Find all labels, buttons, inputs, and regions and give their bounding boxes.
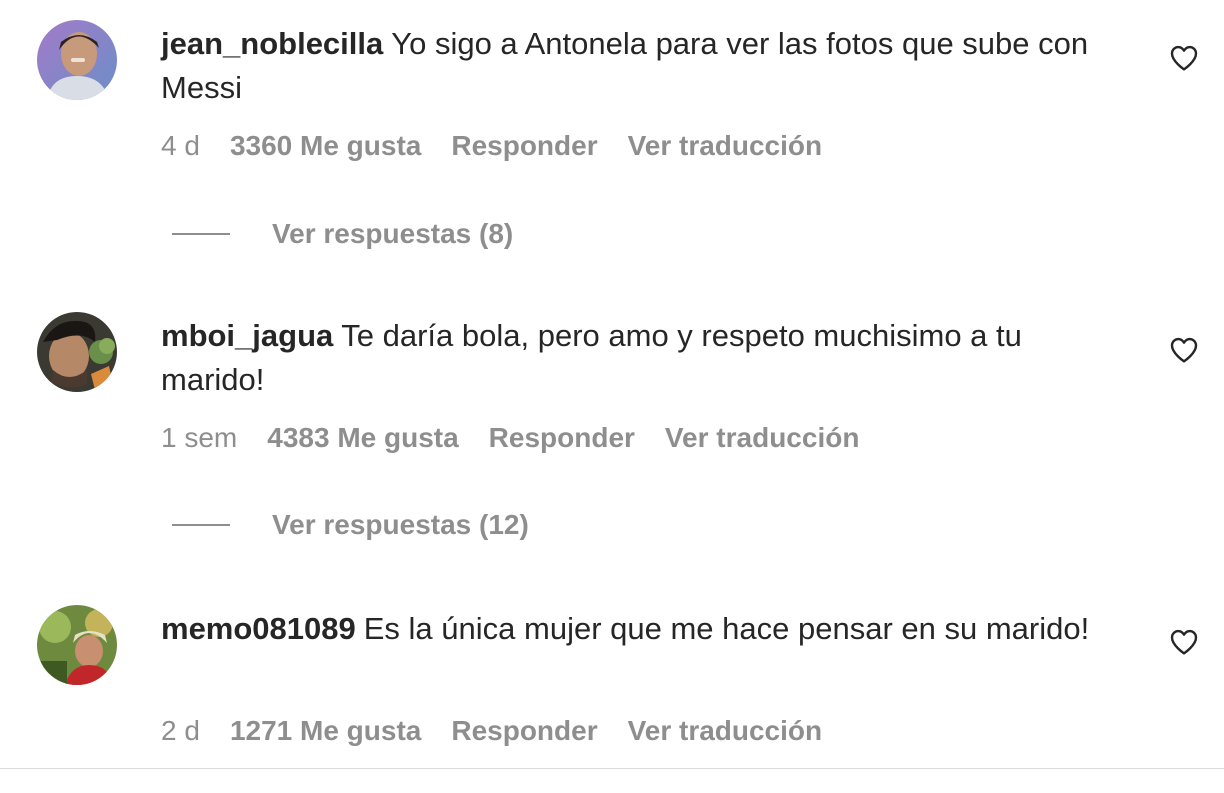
reply-button[interactable]: Responder <box>489 422 635 454</box>
view-replies-button[interactable]: Ver respuestas (8) <box>172 218 513 250</box>
translate-button[interactable]: Ver traducción <box>665 422 860 454</box>
view-replies-button[interactable]: Ver respuestas (12) <box>172 509 529 541</box>
comment-username[interactable]: mboi_jagua <box>161 318 333 353</box>
comment-time[interactable]: 2 d <box>161 715 200 747</box>
comment-likes[interactable]: 1271 Me gusta <box>230 715 421 747</box>
bottom-divider <box>0 768 1224 769</box>
view-replies-label[interactable]: Ver respuestas (12) <box>272 509 529 541</box>
comment-time[interactable]: 1 sem <box>161 422 237 454</box>
comment-username[interactable]: jean_noblecilla <box>161 26 383 61</box>
comment-likes[interactable]: 3360 Me gusta <box>230 130 421 162</box>
comment-username[interactable]: memo081089 <box>161 611 356 646</box>
heart-outline-icon[interactable] <box>1168 334 1200 366</box>
avatar-photo-icon <box>37 20 117 100</box>
comment-text-block: jean_noblecilla Yo sigo a Antonela para v… <box>161 22 1121 110</box>
comment-time[interactable]: 4 d <box>161 130 200 162</box>
comment-meta: 4 d 3360 Me gusta Responder Ver traducci… <box>161 130 852 162</box>
heart-outline-icon[interactable] <box>1168 42 1200 74</box>
translate-button[interactable]: Ver traducción <box>628 130 823 162</box>
heart-outline-icon[interactable] <box>1168 626 1200 658</box>
translate-button[interactable]: Ver traducción <box>628 715 823 747</box>
avatar[interactable] <box>37 312 117 392</box>
avatar[interactable] <box>37 605 117 685</box>
reply-button[interactable]: Responder <box>451 130 597 162</box>
avatar-photo-icon <box>37 605 117 685</box>
comment-text-block: memo081089 Es la única mujer que me hace … <box>161 607 1121 651</box>
comment-meta: 1 sem 4383 Me gusta Responder Ver traduc… <box>161 422 889 454</box>
replies-divider-line <box>172 524 230 526</box>
reply-button[interactable]: Responder <box>451 715 597 747</box>
comment-likes[interactable]: 4383 Me gusta <box>267 422 458 454</box>
comment-body: Es la única mujer que me hace pensar en … <box>363 611 1090 646</box>
comment-text-block: mboi_jagua Te daría bola, pero amo y resp… <box>161 314 1121 402</box>
avatar[interactable] <box>37 20 117 100</box>
avatar-photo-icon <box>37 312 117 392</box>
replies-divider-line <box>172 233 230 235</box>
comment-meta: 2 d 1271 Me gusta Responder Ver traducci… <box>161 715 852 747</box>
view-replies-label[interactable]: Ver respuestas (8) <box>272 218 513 250</box>
